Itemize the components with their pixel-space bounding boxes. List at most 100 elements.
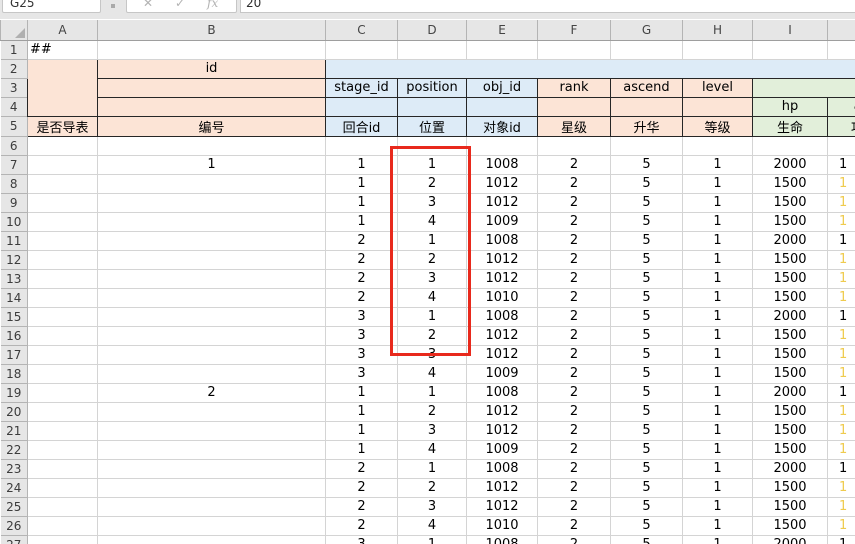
cell-G14[interactable]: 5 [611, 288, 683, 307]
cell-I14[interactable]: 1500 [753, 288, 828, 307]
cell-A21[interactable] [28, 421, 98, 440]
cell-H11[interactable]: 1 [683, 231, 753, 250]
cell-C19[interactable]: 1 [326, 383, 398, 402]
cell-E20[interactable]: 1012 [467, 402, 538, 421]
cell-A19[interactable] [28, 383, 98, 402]
cell-E26[interactable]: 1010 [467, 516, 538, 535]
cell-A8[interactable] [28, 174, 98, 193]
cell-E24[interactable]: 1012 [467, 478, 538, 497]
cell-D22[interactable]: 4 [398, 440, 467, 459]
cell-C13[interactable]: 2 [326, 269, 398, 288]
cell-E15[interactable]: 1008 [467, 307, 538, 326]
cell-D26[interactable]: 4 [398, 516, 467, 535]
cell-J17[interactable]: 1 [828, 345, 855, 364]
cell-F17[interactable]: 2 [538, 345, 611, 364]
cell-J21[interactable]: 1 [828, 421, 855, 440]
cell-B12[interactable] [98, 250, 326, 269]
cell-E16[interactable]: 1012 [467, 326, 538, 345]
row-header-20[interactable]: 20 [1, 402, 28, 421]
cell-C22[interactable]: 1 [326, 440, 398, 459]
cell-G19[interactable]: 5 [611, 383, 683, 402]
col-header-C[interactable]: C [326, 20, 398, 40]
cell-C3[interactable]: stage_id [326, 78, 398, 97]
cell-D3[interactable]: position [398, 78, 467, 97]
cell-F7[interactable]: 2 [538, 155, 611, 174]
row-header-10[interactable]: 10 [1, 212, 28, 231]
cell-E1[interactable] [467, 40, 538, 59]
cell-H8[interactable]: 1 [683, 174, 753, 193]
cell-I11[interactable]: 2000 [753, 231, 828, 250]
row-header-6[interactable]: 6 [1, 136, 28, 155]
cell-A26[interactable] [28, 516, 98, 535]
row-header-25[interactable]: 25 [1, 497, 28, 516]
row-header-12[interactable]: 12 [1, 250, 28, 269]
cell-C26[interactable]: 2 [326, 516, 398, 535]
cell-A16[interactable] [28, 326, 98, 345]
cell-J6[interactable] [828, 136, 855, 155]
cell-G15[interactable]: 5 [611, 307, 683, 326]
cell-J16[interactable]: 1 [828, 326, 855, 345]
cell-D20[interactable]: 2 [398, 402, 467, 421]
cell-H14[interactable]: 1 [683, 288, 753, 307]
cell-E19[interactable]: 1008 [467, 383, 538, 402]
cell-C17[interactable]: 3 [326, 345, 398, 364]
cell-F18[interactable]: 2 [538, 364, 611, 383]
cell-C2-merged-band[interactable] [326, 59, 855, 78]
cell-H13[interactable]: 1 [683, 269, 753, 288]
row-header-3[interactable]: 3 [1, 78, 28, 97]
col-header-E[interactable]: E [467, 20, 538, 40]
cell-G9[interactable]: 5 [611, 193, 683, 212]
cell-F8[interactable]: 2 [538, 174, 611, 193]
cell-C20[interactable]: 1 [326, 402, 398, 421]
cell-H18[interactable]: 1 [683, 364, 753, 383]
cell-A22[interactable] [28, 440, 98, 459]
cell-E14[interactable]: 1010 [467, 288, 538, 307]
cell-G18[interactable]: 5 [611, 364, 683, 383]
cell-D19[interactable]: 1 [398, 383, 467, 402]
cell-B16[interactable] [98, 326, 326, 345]
cell-C24[interactable]: 2 [326, 478, 398, 497]
cell-D23[interactable]: 1 [398, 459, 467, 478]
cell-A20[interactable] [28, 402, 98, 421]
cell-C21[interactable]: 1 [326, 421, 398, 440]
cell-J18[interactable]: 1 [828, 364, 855, 383]
cell-A2-merged[interactable] [28, 59, 98, 116]
cell-F27[interactable]: 2 [538, 535, 611, 544]
row-header-15[interactable]: 15 [1, 307, 28, 326]
row-header-18[interactable]: 18 [1, 364, 28, 383]
cell-D24[interactable]: 2 [398, 478, 467, 497]
cell-J20[interactable]: 1 [828, 402, 855, 421]
cell-C11[interactable]: 2 [326, 231, 398, 250]
cell-A27[interactable] [28, 535, 98, 544]
cell-G27[interactable]: 5 [611, 535, 683, 544]
cell-H26[interactable]: 1 [683, 516, 753, 535]
row-header-7[interactable]: 7 [1, 155, 28, 174]
cell-J7[interactable]: 1 [828, 155, 855, 174]
col-header-B[interactable]: B [98, 20, 326, 40]
cell-I17[interactable]: 1500 [753, 345, 828, 364]
cell-G4[interactable] [611, 97, 683, 116]
cell-J5[interactable]: 攻击 [828, 116, 855, 136]
cell-H16[interactable]: 1 [683, 326, 753, 345]
cell-G11[interactable]: 5 [611, 231, 683, 250]
cell-I18[interactable]: 1500 [753, 364, 828, 383]
cell-H23[interactable]: 1 [683, 459, 753, 478]
cell-E6[interactable] [467, 136, 538, 155]
row-header-2[interactable]: 2 [1, 59, 28, 78]
cell-J4[interactable]: atk [828, 97, 855, 116]
cell-I20[interactable]: 1500 [753, 402, 828, 421]
formula-input[interactable]: 20 [240, 0, 855, 13]
row-header-23[interactable]: 23 [1, 459, 28, 478]
cell-H17[interactable]: 1 [683, 345, 753, 364]
cell-F10[interactable]: 2 [538, 212, 611, 231]
cell-C18[interactable]: 3 [326, 364, 398, 383]
row-header-26[interactable]: 26 [1, 516, 28, 535]
cell-J14[interactable]: 1 [828, 288, 855, 307]
row-header-21[interactable]: 21 [1, 421, 28, 440]
cell-E11[interactable]: 1008 [467, 231, 538, 250]
cell-B8[interactable] [98, 174, 326, 193]
cell-B2[interactable]: id [98, 59, 326, 78]
cell-F25[interactable]: 2 [538, 497, 611, 516]
cell-B21[interactable] [98, 421, 326, 440]
enter-icon[interactable]: ✓ [175, 0, 185, 10]
